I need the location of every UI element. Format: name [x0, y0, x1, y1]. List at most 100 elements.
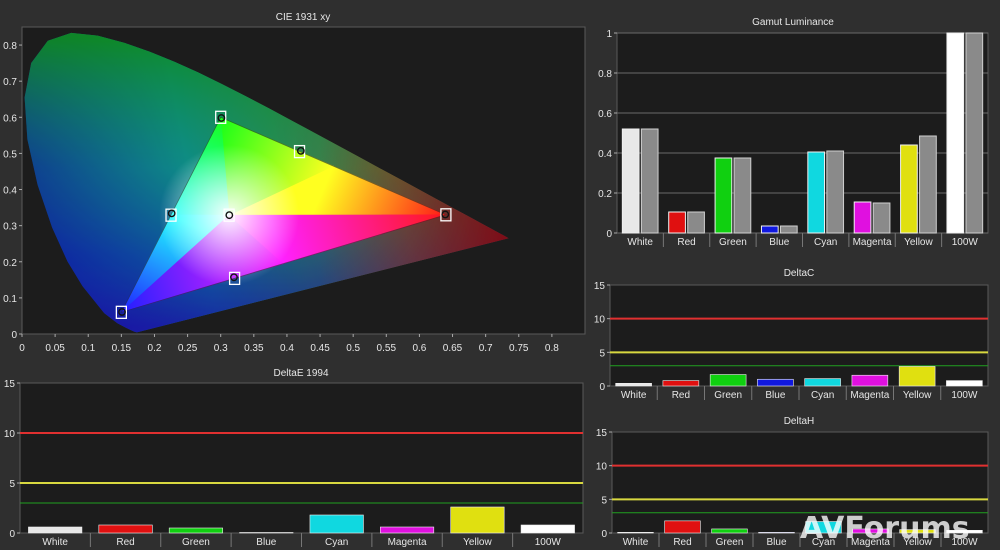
y-tick-label: 0 — [606, 229, 612, 240]
bar-reference-magenta — [872, 202, 891, 234]
bar-reference-100w — [965, 32, 984, 234]
y-tick-label: 0.3 — [3, 222, 17, 233]
bar-reference-white — [640, 128, 659, 234]
bar-red — [98, 524, 153, 534]
bar-white — [28, 526, 83, 534]
bar-green — [709, 374, 747, 387]
x-tick-label: 0.05 — [45, 343, 65, 354]
charts-canvas: CIE 1931 xy0 0.05 0.1 0.15 0.2 0.25 0.3 0.35 0.4… — [3, 12, 989, 548]
y-tick-label: 15 — [596, 428, 608, 439]
bar-white — [617, 532, 654, 534]
bar-100w — [946, 380, 983, 387]
y-tick-label: 0 — [601, 529, 607, 540]
bar-reference-green — [733, 157, 752, 234]
bar-white — [615, 383, 652, 387]
deltae-1994-chart: DeltaE 1994 0 5 10 15 White Red Green Blue Cyan Ma… — [4, 368, 584, 548]
category-label-100w: 100W — [952, 237, 979, 248]
category-label-green: Green — [716, 537, 744, 548]
category-label-yellow: Yellow — [463, 537, 492, 548]
category-label-cyan: Cyan — [814, 237, 837, 248]
x-tick-label: 0.75 — [509, 343, 529, 354]
category-label-blue: Blue — [765, 390, 785, 401]
y-tick-label: 0.2 — [598, 189, 612, 200]
y-tick-label: 10 — [4, 429, 16, 440]
category-label-magenta: Magenta — [388, 537, 427, 548]
y-tick-label: 0.2 — [3, 258, 17, 269]
bar-measured-white — [621, 128, 640, 234]
category-label-red: Red — [116, 537, 134, 548]
x-tick-label: 0.3 — [214, 343, 228, 354]
y-tick-label: 5 — [601, 495, 607, 506]
category-label-red: Red — [673, 537, 691, 548]
bar-red — [662, 380, 700, 387]
category-label-white: White — [623, 537, 649, 548]
bar-blue — [757, 378, 794, 387]
x-tick-label: 0.1 — [81, 343, 95, 354]
cie-title: CIE 1931 xy — [276, 12, 330, 23]
y-tick-label: 0.8 — [3, 41, 17, 52]
category-label-magenta: Magenta — [853, 237, 892, 248]
bar-reference-cyan — [826, 150, 845, 234]
bar-yellow — [898, 366, 936, 387]
y-tick-label: 0 — [599, 382, 605, 393]
bar-measured-100w — [946, 32, 965, 234]
de-title: DeltaE 1994 — [273, 368, 328, 379]
x-tick-label: 0.65 — [443, 343, 463, 354]
category-label-red: Red — [677, 237, 695, 248]
category-label-100w: 100W — [535, 537, 562, 548]
bar-blue — [758, 532, 795, 534]
y-tick-label: 0 — [9, 529, 15, 540]
x-tick-label: 0.45 — [310, 343, 330, 354]
category-label-yellow: Yellow — [904, 237, 933, 248]
x-tick-label: 0.6 — [412, 343, 426, 354]
x-tick-label: 0.2 — [148, 343, 162, 354]
bar-measured-magenta — [853, 201, 872, 234]
white-glow — [159, 145, 300, 286]
category-label-100w: 100W — [951, 390, 978, 401]
y-tick-label: 0.4 — [598, 149, 612, 160]
bar-red — [664, 520, 701, 534]
bar-measured-yellow — [900, 144, 918, 234]
x-tick-label: 0.5 — [346, 343, 360, 354]
bar-cyan — [804, 378, 841, 387]
y-tick-label: 1 — [606, 29, 612, 40]
dc-title: DeltaC — [784, 268, 815, 279]
bar-reference-red — [687, 211, 705, 234]
category-label-blue: Blue — [256, 537, 276, 548]
y-tick-label: 15 — [594, 281, 606, 292]
bar-cyan — [309, 514, 364, 534]
category-label-blue: Blue — [769, 237, 789, 248]
bar-reference-yellow — [919, 135, 937, 234]
category-label-white: White — [627, 237, 653, 248]
category-label-white: White — [621, 390, 647, 401]
category-label-cyan: Cyan — [325, 537, 348, 548]
cie-chart: CIE 1931 xy 0 0.05 0.1 0.15 0.2 0.25 0.3 0.35 0.4… — [3, 12, 586, 354]
x-tick-label: 0.15 — [112, 343, 132, 354]
bar-100w — [520, 524, 575, 534]
y-tick-label: 5 — [599, 348, 605, 359]
y-tick-label: 10 — [594, 315, 606, 326]
y-tick-label: 0.5 — [3, 149, 17, 160]
watermark: AVForums — [800, 511, 970, 546]
x-tick-label: 0.25 — [178, 343, 198, 354]
x-tick-label: 0.35 — [244, 343, 264, 354]
y-tick-label: 5 — [9, 479, 15, 490]
bar-measured-blue — [760, 225, 779, 234]
bar-blue — [239, 532, 294, 534]
y-tick-label: 15 — [4, 379, 16, 390]
y-tick-label: 0.1 — [3, 294, 17, 305]
bar-yellow — [450, 506, 505, 534]
y-tick-label: 10 — [596, 462, 608, 473]
bar-green — [168, 527, 223, 534]
y-tick-label: 0.6 — [598, 109, 612, 120]
y-tick-label: 0.7 — [3, 77, 17, 88]
bar-green — [711, 528, 748, 534]
y-tick-label: 0.4 — [3, 186, 17, 197]
gamut-luminance-chart: Gamut Luminance 0 0.2 0.4 0.6 0.8 1 White Red Gre… — [598, 17, 989, 248]
category-label-magenta: Magenta — [850, 390, 889, 401]
category-label-white: White — [42, 537, 68, 548]
y-tick-label: 0.8 — [598, 69, 612, 80]
category-label-yellow: Yellow — [903, 390, 932, 401]
x-tick-label: 0 — [19, 343, 25, 354]
category-label-green: Green — [714, 390, 742, 401]
